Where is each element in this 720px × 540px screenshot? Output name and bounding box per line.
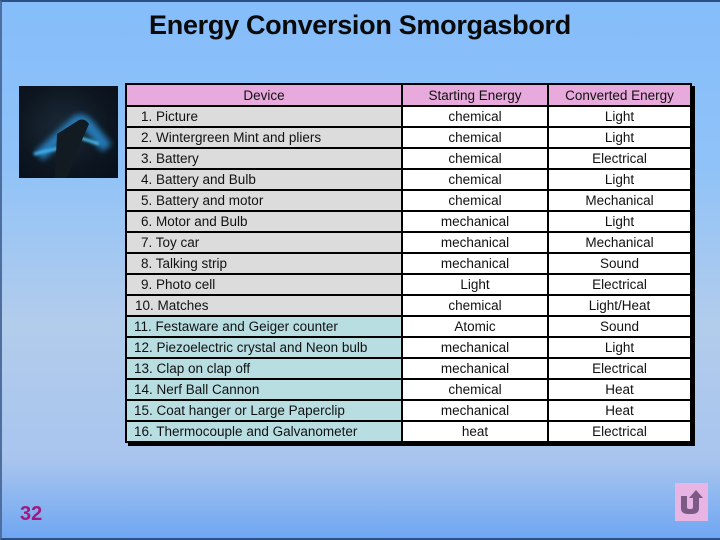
table-header-row: Device Starting Energy Converted Energy (125, 83, 692, 107)
table-row: 3. Battery chemical Electrical (125, 147, 692, 170)
device-cell: 2. Wintergreen Mint and pliers (125, 126, 403, 149)
converted-energy-cell: Electrical (547, 420, 692, 443)
table-row: 7. Toy car mechanical Mechanical (125, 231, 692, 254)
starting-energy-cell: mechanical (401, 210, 549, 233)
device-cell: 11. Festaware and Geiger counter (125, 315, 403, 338)
device-cell: 3. Battery (125, 147, 403, 170)
starting-energy-cell: chemical (401, 126, 549, 149)
device-cell: 12. Piezoelectric crystal and Neon bulb (125, 336, 403, 359)
starting-energy-cell: Light (401, 273, 549, 296)
header-device: Device (125, 83, 403, 107)
device-cell: 16. Thermocouple and Galvanometer (125, 420, 403, 443)
converted-energy-cell: Light (547, 210, 692, 233)
starting-energy-cell: mechanical (401, 399, 549, 422)
slide-title: Energy Conversion Smorgasbord (149, 10, 571, 40)
starting-energy-cell: chemical (401, 168, 549, 191)
table-row: 14. Nerf Ball Cannon chemical Heat (125, 378, 692, 401)
table-row: 2. Wintergreen Mint and pliers chemical … (125, 126, 692, 149)
device-cell: 4. Battery and Bulb (125, 168, 403, 191)
table-row: 9. Photo cell Light Electrical (125, 273, 692, 296)
converted-energy-cell: Heat (547, 378, 692, 401)
starting-energy-cell: chemical (401, 378, 549, 401)
table-row: 1. Picture chemical Light (125, 105, 692, 128)
device-cell: 5. Battery and motor (125, 189, 403, 212)
starting-energy-cell: chemical (401, 189, 549, 212)
converted-energy-cell: Light (547, 168, 692, 191)
table-row: 11. Festaware and Geiger counter Atomic … (125, 315, 692, 338)
converted-energy-cell: Electrical (547, 147, 692, 170)
device-cell: 9. Photo cell (125, 273, 403, 296)
starting-energy-cell: mechanical (401, 336, 549, 359)
starting-energy-cell: chemical (401, 147, 549, 170)
return-button[interactable] (675, 483, 708, 521)
starting-energy-cell: mechanical (401, 252, 549, 275)
converted-energy-cell: Heat (547, 399, 692, 422)
device-cell: 10. Matches (125, 294, 403, 317)
device-cell: 14. Nerf Ball Cannon (125, 378, 403, 401)
glowing-object-photo (19, 86, 118, 178)
table-row: 16. Thermocouple and Galvanometer heat E… (125, 420, 692, 443)
header-starting-energy: Starting Energy (401, 83, 549, 107)
converted-energy-cell: Mechanical (547, 231, 692, 254)
converted-energy-cell: Electrical (547, 357, 692, 380)
converted-energy-cell: Mechanical (547, 189, 692, 212)
u-turn-arrow-icon (681, 490, 703, 514)
table-row: 15. Coat hanger or Large Paperclip mecha… (125, 399, 692, 422)
photo-glow-graphic (33, 114, 112, 178)
table-row: 6. Motor and Bulb mechanical Light (125, 210, 692, 233)
table-row: 10. Matches chemical Light/Heat (125, 294, 692, 317)
device-cell: 7. Toy car (125, 231, 403, 254)
slide-page-number: 32 (20, 503, 43, 525)
converted-energy-cell: Sound (547, 315, 692, 338)
starting-energy-cell: Atomic (401, 315, 549, 338)
device-cell: 15. Coat hanger or Large Paperclip (125, 399, 403, 422)
table-row: 8. Talking strip mechanical Sound (125, 252, 692, 275)
starting-energy-cell: chemical (401, 105, 549, 128)
converted-energy-cell: Electrical (547, 273, 692, 296)
converted-energy-cell: Sound (547, 252, 692, 275)
table-row: 5. Battery and motor chemical Mechanical (125, 189, 692, 212)
starting-energy-cell: heat (401, 420, 549, 443)
table-row: 12. Piezoelectric crystal and Neon bulb … (125, 336, 692, 359)
starting-energy-cell: mechanical (401, 357, 549, 380)
converted-energy-cell: Light (547, 336, 692, 359)
converted-energy-cell: Light/Heat (547, 294, 692, 317)
converted-energy-cell: Light (547, 126, 692, 149)
device-cell: 13. Clap on clap off (125, 357, 403, 380)
header-converted-energy: Converted Energy (547, 83, 692, 107)
table-row: 13. Clap on clap off mechanical Electric… (125, 357, 692, 380)
device-cell: 1. Picture (125, 105, 403, 128)
energy-conversion-table: Device Starting Energy Converted Energy … (125, 83, 692, 443)
table-row: 4. Battery and Bulb chemical Light (125, 168, 692, 191)
starting-energy-cell: mechanical (401, 231, 549, 254)
converted-energy-cell: Light (547, 105, 692, 128)
starting-energy-cell: chemical (401, 294, 549, 317)
device-cell: 8. Talking strip (125, 252, 403, 275)
device-cell: 6. Motor and Bulb (125, 210, 403, 233)
